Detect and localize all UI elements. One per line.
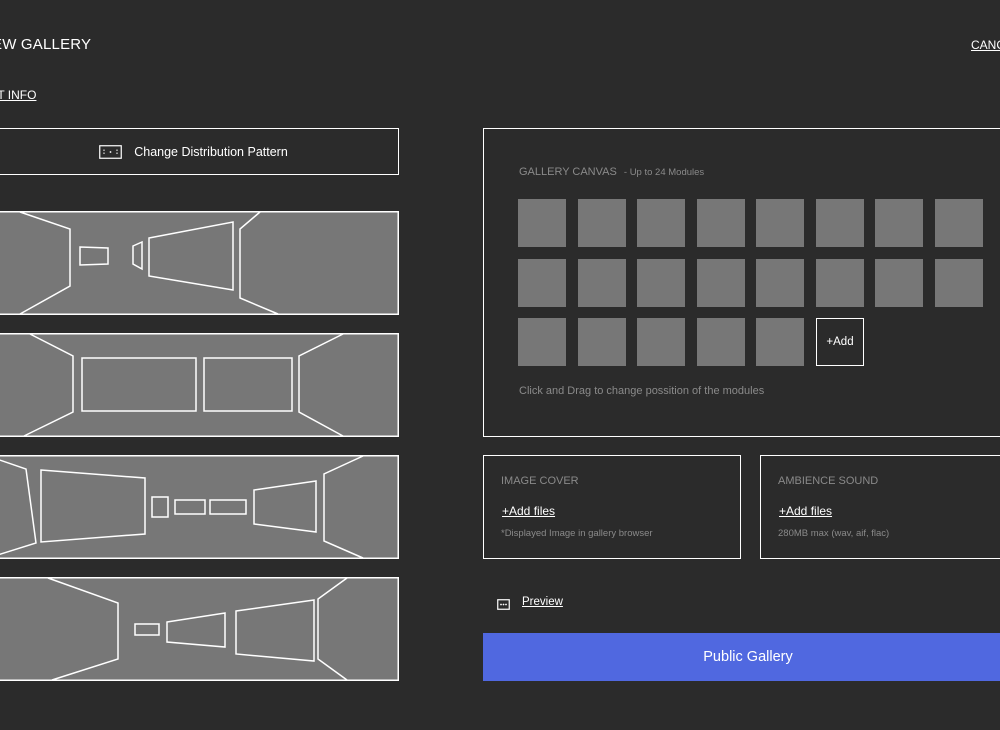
canvas-module[interactable] bbox=[518, 318, 566, 366]
change-pattern-label: Change Distribution Pattern bbox=[134, 144, 288, 159]
canvas-module[interactable] bbox=[578, 259, 626, 307]
image-cover-note: *Displayed Image in gallery browser bbox=[501, 528, 653, 539]
ambience-sound-box: AMBIENCE SOUND +Add files 280MB max (wav… bbox=[760, 455, 1000, 559]
pattern-option-4[interactable] bbox=[0, 577, 399, 681]
change-pattern-button[interactable]: Change Distribution Pattern bbox=[0, 128, 399, 175]
canvas-module[interactable] bbox=[816, 199, 864, 247]
canvas-module[interactable] bbox=[697, 199, 745, 247]
canvas-title: GALLERY CANVAS bbox=[519, 166, 617, 178]
canvas-module[interactable] bbox=[637, 259, 685, 307]
canvas-module[interactable] bbox=[697, 259, 745, 307]
preview-icon bbox=[497, 597, 510, 610]
cancel-link[interactable]: CANC bbox=[971, 38, 1000, 52]
image-cover-box: IMAGE COVER +Add files *Displayed Image … bbox=[483, 455, 741, 559]
image-cover-add-files-link[interactable]: +Add files bbox=[502, 504, 555, 518]
add-module-button[interactable]: +Add bbox=[816, 318, 864, 366]
canvas-heading: GALLERY CANVAS - Up to 24 Modules bbox=[519, 166, 704, 178]
canvas-module[interactable] bbox=[756, 259, 804, 307]
dotted-frame-icon bbox=[99, 144, 123, 159]
page-title: EW GALLERY bbox=[0, 36, 92, 53]
ambience-sound-title: AMBIENCE SOUND bbox=[778, 475, 879, 487]
pattern-option-3[interactable] bbox=[0, 455, 399, 559]
canvas-module[interactable] bbox=[756, 318, 804, 366]
canvas-module[interactable] bbox=[935, 199, 983, 247]
image-cover-title: IMAGE COVER bbox=[501, 475, 579, 487]
ambience-sound-add-files-link[interactable]: +Add files bbox=[779, 504, 832, 518]
preview-label: Preview bbox=[522, 596, 563, 608]
canvas-module[interactable] bbox=[697, 318, 745, 366]
ambience-sound-note: 280MB max (wav, aif, flac) bbox=[778, 528, 890, 539]
canvas-module[interactable] bbox=[578, 318, 626, 366]
canvas-module[interactable] bbox=[637, 318, 685, 366]
canvas-module[interactable] bbox=[637, 199, 685, 247]
canvas-module[interactable] bbox=[518, 199, 566, 247]
public-gallery-button[interactable]: Public Gallery bbox=[483, 633, 1000, 681]
pattern-option-1[interactable] bbox=[0, 211, 399, 315]
canvas-hint: Click and Drag to change possition of th… bbox=[519, 385, 765, 397]
canvas-module[interactable] bbox=[935, 259, 983, 307]
canvas-module[interactable] bbox=[816, 259, 864, 307]
canvas-module[interactable] bbox=[875, 199, 923, 247]
gallery-canvas-panel: GALLERY CANVAS - Up to 24 Modules +Add C… bbox=[483, 128, 1000, 437]
preview-link[interactable]: Preview bbox=[497, 596, 563, 610]
canvas-subtitle: - Up to 24 Modules bbox=[623, 167, 705, 178]
canvas-module[interactable] bbox=[578, 199, 626, 247]
canvas-module[interactable] bbox=[756, 199, 804, 247]
edit-info-link[interactable]: IT INFO bbox=[0, 88, 36, 102]
canvas-module[interactable] bbox=[518, 259, 566, 307]
canvas-module[interactable] bbox=[875, 259, 923, 307]
pattern-option-2[interactable] bbox=[0, 333, 399, 437]
